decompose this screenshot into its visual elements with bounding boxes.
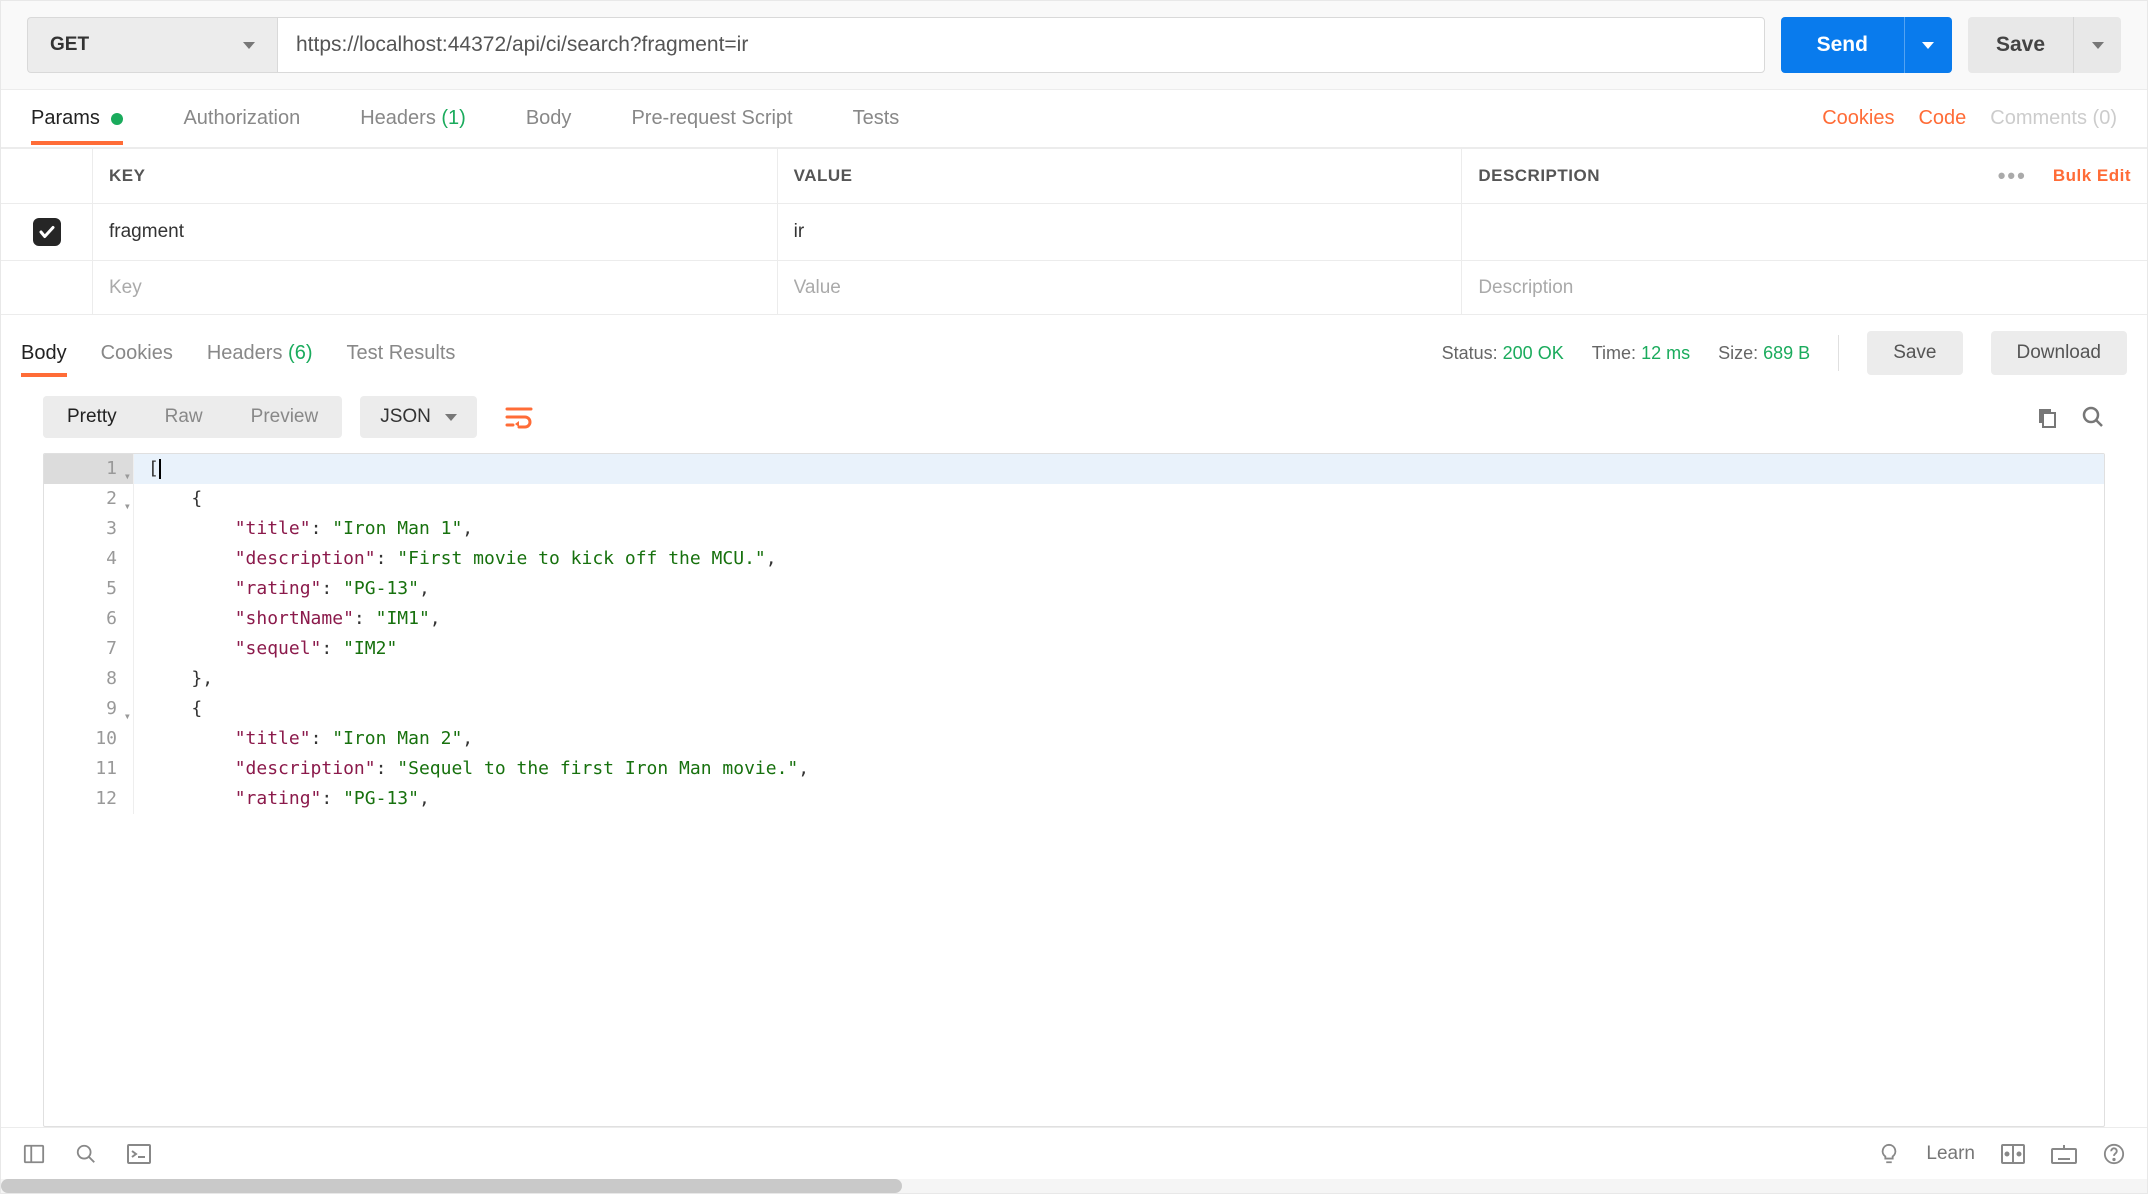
response-save-button[interactable]: Save xyxy=(1867,331,1962,375)
params-value-header: VALUE xyxy=(778,148,1463,203)
horizontal-scrollbar[interactable] xyxy=(1,1179,2147,1193)
params-table: KEY VALUE DESCRIPTION ••• Bulk Edit xyxy=(1,148,2147,315)
comments-link[interactable]: Comments (0) xyxy=(1990,107,2117,130)
send-button[interactable]: Send xyxy=(1781,17,1904,73)
find-button[interactable] xyxy=(75,1143,97,1165)
search-icon xyxy=(2081,405,2105,429)
resp-tab-body[interactable]: Body xyxy=(21,332,67,375)
keyboard-shortcuts-button[interactable] xyxy=(2051,1144,2077,1164)
format-pretty-button[interactable]: Pretty xyxy=(43,396,141,438)
console-button[interactable] xyxy=(127,1144,151,1164)
two-pane-button[interactable] xyxy=(2001,1144,2025,1164)
resp-tab-testresults[interactable]: Test Results xyxy=(346,332,455,375)
tab-tests[interactable]: Tests xyxy=(853,93,900,144)
two-pane-icon xyxy=(2001,1144,2025,1164)
param-desc-cell[interactable] xyxy=(1462,203,2147,260)
tab-body[interactable]: Body xyxy=(526,93,572,144)
divider xyxy=(1838,335,1839,371)
help-icon xyxy=(2103,1143,2125,1165)
search-icon xyxy=(75,1143,97,1165)
param-desc-input[interactable] xyxy=(1478,221,2131,243)
lightbulb-icon xyxy=(1878,1143,1900,1165)
params-desc-header: DESCRIPTION ••• Bulk Edit xyxy=(1462,148,2147,203)
copy-icon xyxy=(2035,405,2059,429)
checkbox-checked-icon xyxy=(33,218,61,246)
format-language-select[interactable]: JSON xyxy=(360,396,477,438)
format-segment: Pretty Raw Preview xyxy=(43,396,342,438)
bulk-edit-link[interactable]: Bulk Edit xyxy=(2053,166,2131,186)
bootcamp-button[interactable] xyxy=(1878,1143,1900,1165)
param-value-input[interactable] xyxy=(794,221,1446,243)
resp-tab-headers[interactable]: Headers (6) xyxy=(207,332,313,375)
time-label: Time: 12 ms xyxy=(1592,343,1690,364)
save-dropdown-button[interactable] xyxy=(2073,17,2121,73)
chevron-down-icon xyxy=(2092,42,2104,49)
sidebar-toggle-button[interactable] xyxy=(23,1143,45,1165)
resp-tab-cookies[interactable]: Cookies xyxy=(101,332,173,375)
response-body-editor[interactable]: 1[2 {3 "title": "Iron Man 1",4 "descript… xyxy=(43,453,2105,1127)
tab-authorization[interactable]: Authorization xyxy=(183,93,300,144)
param-row-checkbox[interactable] xyxy=(1,203,93,260)
param-key-cell[interactable] xyxy=(93,203,778,260)
request-url-input[interactable] xyxy=(277,17,1765,73)
learn-link[interactable]: Learn xyxy=(1926,1143,1975,1165)
param-value-cell[interactable] xyxy=(778,203,1463,260)
params-key-header: KEY xyxy=(93,148,778,203)
chevron-down-icon xyxy=(445,414,457,421)
size-label: Size: 689 B xyxy=(1718,343,1810,364)
code-link[interactable]: Code xyxy=(1918,107,1966,130)
params-check-header xyxy=(1,148,93,203)
chevron-down-icon xyxy=(1922,42,1934,49)
chevron-down-icon xyxy=(243,42,255,49)
send-dropdown-button[interactable] xyxy=(1904,17,1952,73)
http-method-label: GET xyxy=(50,34,89,56)
save-button[interactable]: Save xyxy=(1968,17,2073,73)
format-raw-button[interactable]: Raw xyxy=(141,396,227,438)
tab-prerequest[interactable]: Pre-request Script xyxy=(631,93,792,144)
param-key-input[interactable] xyxy=(109,221,761,243)
param-key-new-input[interactable] xyxy=(109,277,761,299)
status-label: Status: 200 OK xyxy=(1442,343,1564,364)
panel-icon xyxy=(23,1143,45,1165)
wrap-icon xyxy=(505,405,533,429)
copy-button[interactable] xyxy=(2035,405,2059,429)
wrap-lines-button[interactable] xyxy=(495,395,543,439)
search-button[interactable] xyxy=(2081,405,2105,429)
format-preview-button[interactable]: Preview xyxy=(227,396,343,438)
param-new-checkbox[interactable] xyxy=(1,260,93,314)
response-download-button[interactable]: Download xyxy=(1991,331,2128,375)
keyboard-icon xyxy=(2051,1144,2077,1164)
cookies-link[interactable]: Cookies xyxy=(1822,107,1894,130)
http-method-select[interactable]: GET xyxy=(27,17,277,73)
param-value-new-input[interactable] xyxy=(794,277,1446,299)
tab-headers[interactable]: Headers (1) xyxy=(360,93,466,144)
tab-params[interactable]: Params xyxy=(31,93,123,144)
params-active-dot-icon xyxy=(111,113,123,125)
params-more-icon[interactable]: ••• xyxy=(1998,163,2027,189)
console-icon xyxy=(127,1144,151,1164)
param-desc-new-input[interactable] xyxy=(1478,277,2131,299)
help-button[interactable] xyxy=(2103,1143,2125,1165)
